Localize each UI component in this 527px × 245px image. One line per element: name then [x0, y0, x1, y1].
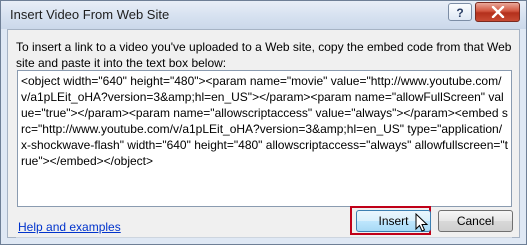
title-bar[interactable]: Insert Video From Web Site ? — [1, 1, 526, 29]
instructions-text: To insert a link to a video you've uploa… — [16, 40, 512, 70]
mouse-pointer-icon — [415, 213, 429, 232]
help-and-examples-link[interactable]: Help and examples — [18, 220, 121, 234]
insert-video-dialog: Insert Video From Web Site ? To insert a… — [0, 0, 527, 245]
embed-code-textarea[interactable]: <object width="640" height="480"><param … — [17, 70, 512, 207]
close-button[interactable] — [475, 2, 520, 22]
close-icon — [491, 6, 505, 18]
help-button[interactable]: ? — [448, 3, 472, 21]
divider — [16, 237, 512, 238]
dialog-title: Insert Video From Web Site — [10, 7, 170, 22]
dialog-body: To insert a link to a video you've uploa… — [7, 29, 520, 238]
cancel-button[interactable]: Cancel — [438, 210, 513, 232]
